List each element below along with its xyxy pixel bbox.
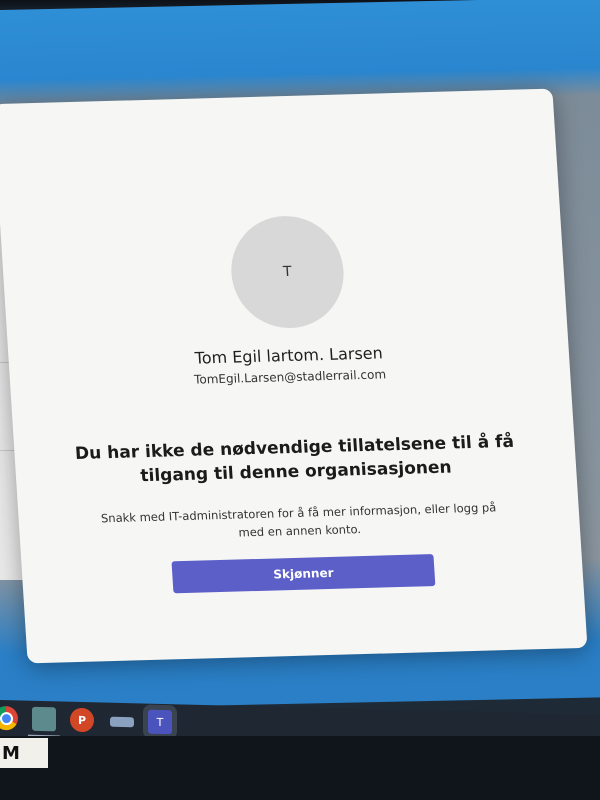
sticky-note-text: M xyxy=(2,742,20,764)
drive-icon[interactable] xyxy=(110,716,134,728)
monitor-bezel-bottom xyxy=(0,736,600,800)
avatar: T xyxy=(227,214,347,330)
chrome-icon[interactable] xyxy=(0,705,18,731)
error-description: Snakk med IT-administratoren for å få me… xyxy=(100,500,497,540)
powerpoint-icon[interactable]: P xyxy=(70,707,94,733)
teams-icon[interactable]: T xyxy=(148,709,172,735)
error-headline: Du har ikke de nødvendige tillatelsene t… xyxy=(74,431,515,487)
avatar-initial: T xyxy=(282,263,293,281)
notes-icon[interactable] xyxy=(28,706,60,738)
sticky-note: M xyxy=(0,738,48,768)
powerpoint-icon-letter: P xyxy=(77,713,87,727)
got-it-button[interactable]: Skjønner xyxy=(171,554,436,594)
teams-icon-letter: T xyxy=(156,715,164,729)
access-denied-dialog: T Tom Egil lartom. Larsen TomEgil.Larsen… xyxy=(0,88,588,664)
